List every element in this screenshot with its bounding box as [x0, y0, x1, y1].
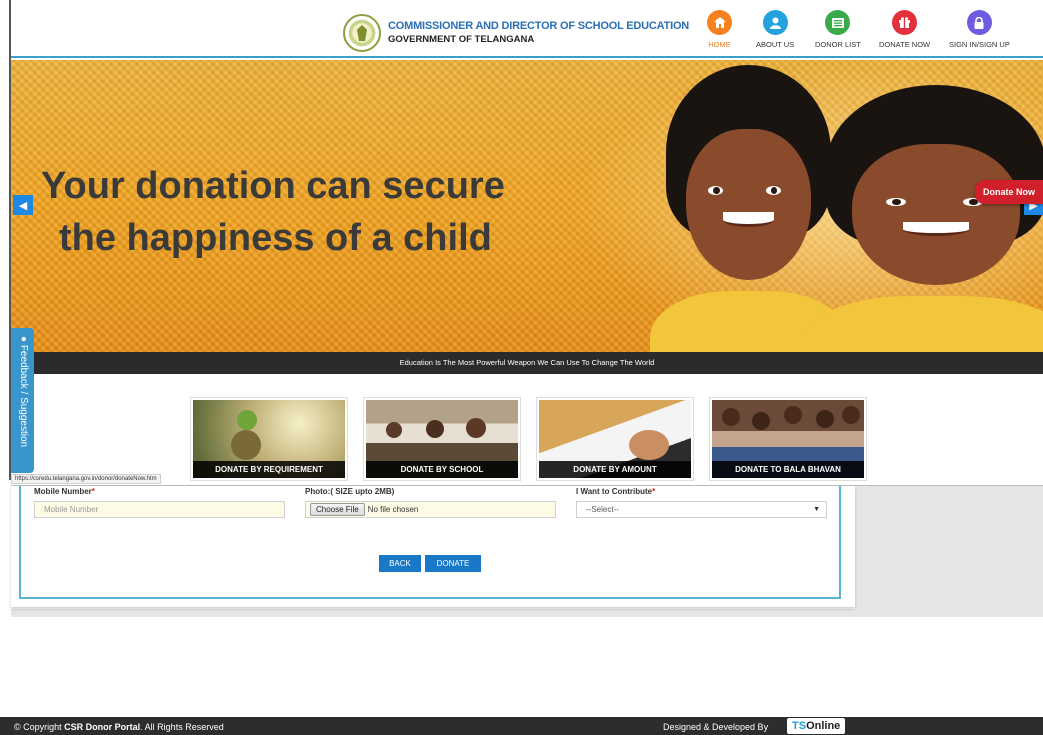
- file-status: No file chosen: [367, 505, 419, 514]
- nav-label: HOME: [708, 40, 731, 49]
- donate-button[interactable]: DONATE: [425, 555, 481, 572]
- nav-donor-list[interactable]: DONOR LIST: [815, 10, 861, 49]
- nav-home[interactable]: HOME: [707, 10, 732, 49]
- tile-caption: DONATE BY AMOUNT: [539, 461, 691, 478]
- nav-donate-now[interactable]: DONATE NOW: [879, 10, 930, 49]
- banner-marquee: Education Is The Most Powerful Weapon We…: [11, 352, 1043, 374]
- tsonline-logo[interactable]: TSOnline: [787, 718, 846, 734]
- site-footer: © Copyright CSR Donor Portal. All Rights…: [0, 717, 1043, 735]
- donate-now-tab[interactable]: Donate Now: [975, 180, 1043, 204]
- tile-donate-by-school[interactable]: DONATE BY SCHOOL: [363, 397, 521, 481]
- lock-icon: [966, 10, 992, 35]
- feedback-tab[interactable]: ● Feedback / Suggestion: [11, 328, 34, 473]
- brand[interactable]: COMMISSIONER AND DIRECTOR OF SCHOOL EDUC…: [343, 14, 689, 52]
- page: COMMISSIONER AND DIRECTOR OF SCHOOL EDUC…: [0, 0, 1043, 735]
- home-icon: [707, 10, 732, 35]
- contribute-selected-value: --Select--: [586, 505, 619, 514]
- photo-label: Photo:( SIZE upto 2MB): [305, 487, 395, 496]
- tile-caption: DONATE TO BALA BHAVAN: [712, 461, 864, 478]
- user-icon: [762, 10, 788, 35]
- contribute-field: I Want to Contribute* --Select-- ▼: [576, 487, 827, 518]
- contribute-label: I Want to Contribute: [576, 487, 653, 496]
- tile-donate-by-amount[interactable]: DONATE BY AMOUNT: [536, 397, 694, 481]
- tile-caption: DONATE BY REQUIREMENT: [193, 461, 345, 478]
- nav-about-us[interactable]: ABOUT US: [756, 10, 794, 49]
- back-button[interactable]: BACK: [379, 555, 421, 572]
- page-background: [855, 486, 1043, 617]
- headline-line-2: the happiness of a child: [59, 217, 492, 259]
- list-icon: [825, 10, 851, 35]
- designed-by: Designed & Developed By: [663, 722, 769, 732]
- child-photo-right: [804, 85, 1043, 352]
- telangana-emblem-icon: [343, 14, 381, 52]
- page-background-bottom: [11, 609, 1043, 617]
- donate-options: DONATE BY REQUIREMENT DONATE BY SCHOOL D…: [190, 397, 867, 481]
- nav-label: DONATE NOW: [879, 40, 931, 49]
- nav-sign-in[interactable]: SIGN IN/SIGN UP: [949, 10, 1010, 49]
- org-title: COMMISSIONER AND DIRECTOR OF SCHOOL EDUC…: [388, 20, 690, 32]
- mobile-input[interactable]: Mobile Number: [34, 501, 285, 518]
- nav-label: DONOR LIST: [815, 40, 861, 49]
- portal-name: CSR Donor Portal: [64, 722, 141, 732]
- hero-banner: Your donation can secure the happiness o…: [11, 60, 1043, 352]
- photo-field: Photo:( SIZE upto 2MB) Choose File No fil…: [305, 487, 556, 518]
- chevron-down-icon: ▼: [813, 506, 820, 513]
- nav-label: SIGN IN/SIGN UP: [949, 40, 1010, 49]
- headline-line-1: Your donation can secure: [41, 165, 505, 207]
- child-photo-left: [649, 65, 848, 352]
- copyright: © Copyright CSR Donor Portal. All Rights…: [14, 722, 224, 732]
- nav-label: ABOUT US: [756, 40, 795, 49]
- choose-file-button[interactable]: Choose File: [310, 503, 365, 516]
- site-header: COMMISSIONER AND DIRECTOR OF SCHOOL EDUC…: [11, 0, 1043, 58]
- banner-headline: Your donation can secure the happiness o…: [41, 160, 505, 264]
- photo-file-input[interactable]: Choose File No file chosen: [305, 501, 556, 518]
- tile-caption: DONATE BY SCHOOL: [366, 461, 518, 478]
- mobile-field: Mobile Number* Mobile Number: [34, 487, 285, 518]
- feedback-label: Feedback / Suggestion: [18, 344, 29, 448]
- mobile-label: Mobile Number: [34, 487, 92, 496]
- gift-icon: [892, 10, 918, 35]
- org-subtitle: GOVERNMENT OF TELANGANA: [388, 34, 535, 45]
- status-bar-url: https://csredu.telangana.gov.in/donor/do…: [11, 474, 161, 484]
- contribute-select[interactable]: --Select-- ▼: [576, 501, 827, 518]
- tile-donate-to-bala-bhavan[interactable]: DONATE TO BALA BHAVAN: [709, 397, 867, 481]
- tile-donate-by-requirement[interactable]: DONATE BY REQUIREMENT: [190, 397, 348, 481]
- chat-icon: ●: [18, 336, 29, 345]
- carousel-prev-button[interactable]: ◀: [13, 195, 33, 215]
